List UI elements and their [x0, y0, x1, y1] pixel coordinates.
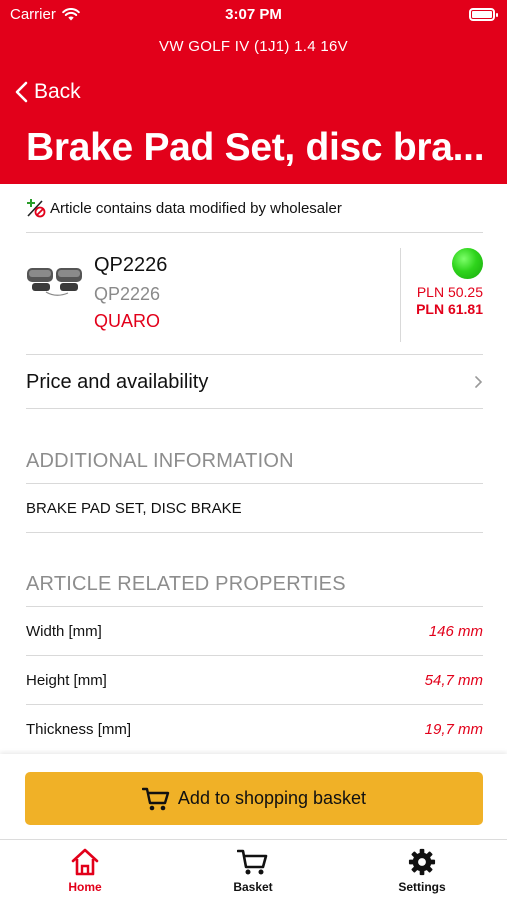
tab-settings[interactable]: Settings	[372, 848, 472, 894]
article-subnumber: QP2226	[94, 284, 161, 304]
add-to-basket-button[interactable]: Add to shopping basket	[25, 772, 483, 825]
brake-pad-image	[27, 268, 82, 296]
property-value: 19,7 mm	[424, 721, 483, 738]
wholesaler-notice: Article contains data modified by wholes…	[26, 198, 342, 218]
property-value: 146 mm	[428, 623, 483, 640]
gear-icon	[408, 848, 436, 876]
clock: 3:07 PM	[225, 6, 282, 23]
home-icon	[71, 848, 99, 876]
property-label: Thickness [mm]	[26, 721, 132, 738]
property-value: 54,7 mm	[424, 672, 483, 689]
add-to-basket-label: Add to shopping basket	[177, 788, 367, 808]
tab-home-label: Home	[68, 880, 102, 894]
brand-name: QUARO	[94, 311, 161, 331]
vehicle-subtitle: VW GOLF IV (1J1) 1.4 16V	[159, 38, 348, 55]
price-availability-row[interactable]: Price and availability	[26, 356, 483, 408]
cart-icon	[141, 787, 170, 810]
divider	[26, 408, 483, 409]
price-gross: PLN 61.81	[416, 301, 483, 317]
chevron-right-icon	[475, 376, 483, 388]
property-label: Width [mm]	[26, 623, 102, 640]
property-label: Height [mm]	[26, 672, 107, 689]
section-heading-properties: ARTICLE RELATED PROPERTIES	[26, 573, 346, 595]
page-title: Brake Pad Set, disc bra...	[26, 126, 485, 169]
section-heading-additional-info: ADDITIONAL INFORMATION	[26, 450, 294, 472]
tab-basket[interactable]: Basket	[203, 848, 303, 894]
divider	[26, 483, 483, 484]
divider	[26, 606, 483, 607]
tab-home[interactable]: Home	[35, 848, 135, 894]
tab-bar: Home Basket Settings	[0, 839, 507, 900]
tab-settings-label: Settings	[398, 880, 446, 894]
price-net: PLN 50.25	[416, 284, 483, 300]
tab-basket-label: Basket	[233, 880, 273, 894]
notice-text: Article contains data modified by wholes…	[50, 199, 342, 217]
vertical-divider	[400, 248, 401, 342]
additional-info-text: BRAKE PAD SET, DISC BRAKE	[26, 500, 242, 517]
divider	[26, 704, 483, 705]
back-label: Back	[34, 80, 81, 103]
chevron-left-icon	[15, 81, 28, 103]
availability-indicator	[452, 248, 483, 279]
app-header: Carrier 3:07 PM VW GOLF IV (1J1) 1.4 16V…	[0, 0, 507, 184]
cart-icon	[237, 849, 268, 875]
battery-icon	[469, 8, 498, 21]
price-availability-label: Price and availability	[26, 370, 209, 393]
status-bar: Carrier 3:07 PM	[0, 0, 507, 30]
divider	[26, 354, 483, 355]
divider	[26, 232, 483, 233]
modified-data-icon	[27, 199, 46, 218]
divider	[26, 655, 483, 656]
divider	[26, 532, 483, 533]
back-button[interactable]: Back	[14, 80, 81, 104]
article-number: QP2226	[94, 254, 168, 276]
